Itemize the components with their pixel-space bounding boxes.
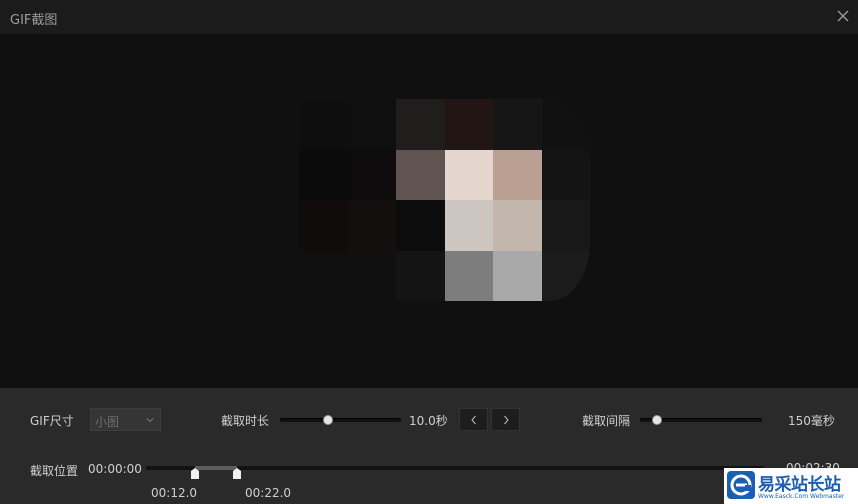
- chevron-down-icon: [146, 418, 154, 423]
- mosaic-tile: [541, 250, 590, 301]
- watermark-subtext: Www.Easck.Com Webmaster: [758, 493, 845, 500]
- mosaic-tile: [541, 149, 590, 200]
- watermark-badge: 易采站长站 Www.Easck.Com Webmaster: [724, 468, 858, 504]
- mosaic-tile: [299, 149, 348, 200]
- mosaic-tile: [444, 99, 493, 150]
- range-end-time: 00:22.0: [245, 486, 292, 500]
- gif-preview-area: [0, 35, 858, 388]
- close-icon: [837, 10, 849, 22]
- mosaic-tile: [299, 250, 348, 301]
- position-label: 截取位置: [30, 464, 79, 478]
- duration-label: 截取时长: [221, 414, 270, 428]
- interval-value: 150毫秒: [788, 414, 835, 428]
- mosaic-tile: [444, 200, 493, 251]
- gif-size-label: GIF尺寸: [30, 414, 74, 428]
- next-button[interactable]: [491, 408, 520, 431]
- mosaic-tile: [493, 99, 542, 150]
- title-bar: GIF截图: [0, 0, 858, 35]
- previous-button[interactable]: [459, 408, 488, 431]
- mosaic-tile: [444, 250, 493, 301]
- selected-range: [195, 466, 237, 470]
- chevron-left-icon: [471, 415, 476, 425]
- watermark-logo: [727, 471, 755, 499]
- mosaic-tile: [396, 99, 445, 150]
- interval-slider[interactable]: [640, 415, 762, 425]
- mosaic-tile: [299, 200, 348, 251]
- duration-slider[interactable]: [280, 415, 401, 425]
- mosaic-tile: [347, 99, 396, 150]
- mosaic-tile: [347, 149, 396, 200]
- mosaic-tile: [444, 149, 493, 200]
- mosaic-tile: [396, 250, 445, 301]
- range-end-marker[interactable]: [232, 468, 241, 479]
- range-start-marker[interactable]: [191, 468, 200, 479]
- timeline-start-time: 00:00:00: [88, 462, 142, 476]
- pixelated-preview-image: [299, 99, 590, 301]
- mosaic-tile: [396, 200, 445, 251]
- gif-size-dropdown[interactable]: 小图: [90, 408, 161, 431]
- chevron-right-icon: [504, 415, 509, 425]
- gif-capture-window: GIF截图 GIF尺寸 小图 截取时长 10.0秒 截取间隔 150毫秒 截取位…: [0, 0, 858, 504]
- mosaic-tile: [493, 200, 542, 251]
- watermark-text: 易采站长站: [758, 475, 841, 495]
- mosaic-tile: [396, 149, 445, 200]
- mosaic-tile: [541, 99, 590, 150]
- mosaic-tile: [347, 250, 396, 301]
- duration-value: 10.0秒: [409, 414, 448, 428]
- range-start-time: 00:12.0: [151, 486, 198, 500]
- duration-slider-knob[interactable]: [323, 415, 334, 425]
- mosaic-tile: [493, 149, 542, 200]
- window-title: GIF截图: [10, 13, 58, 28]
- e-logo-icon: [730, 474, 752, 496]
- interval-label: 截取间隔: [582, 414, 631, 428]
- mosaic-tile: [347, 200, 396, 251]
- close-button[interactable]: [832, 5, 854, 27]
- interval-slider-knob[interactable]: [652, 415, 663, 425]
- mosaic-tile: [493, 250, 542, 301]
- mosaic-tile: [541, 200, 590, 251]
- mosaic-tile: [299, 99, 348, 150]
- gif-size-value: 小图: [95, 415, 120, 429]
